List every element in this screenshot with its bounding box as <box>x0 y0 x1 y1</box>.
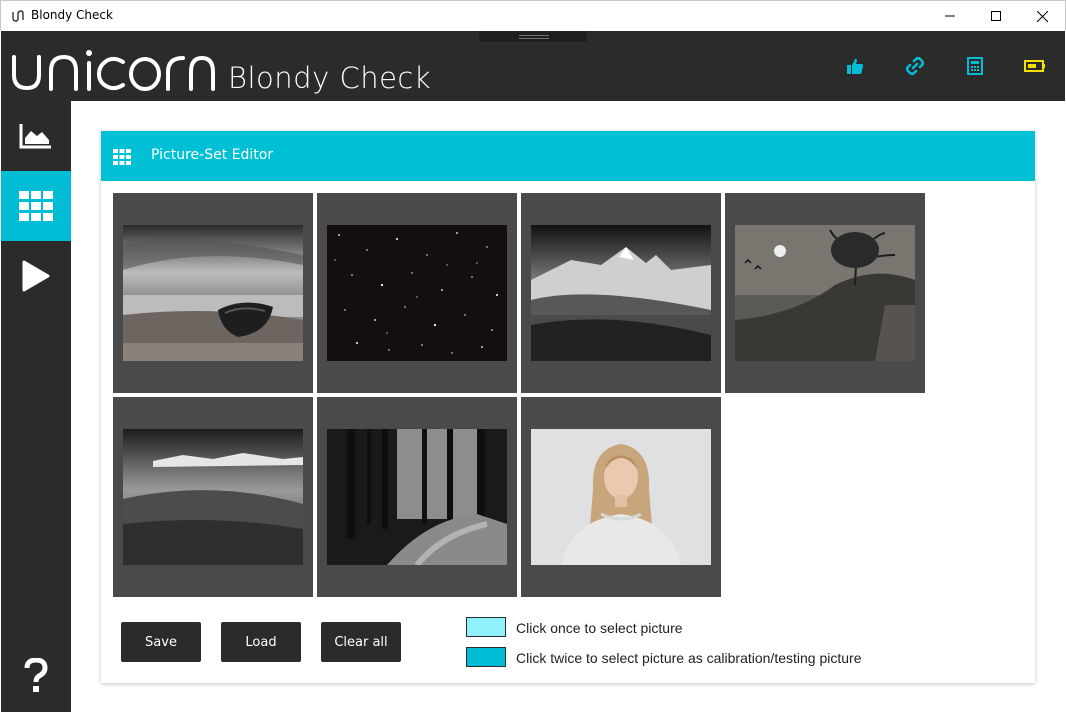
grid-icon <box>19 191 53 221</box>
calculator-icon <box>967 57 983 75</box>
sidebar-item-help[interactable] <box>1 641 71 711</box>
unicorn-logo <box>12 50 215 91</box>
picture-starry-sky <box>327 225 507 361</box>
window-title-bar: Blondy Check <box>0 0 1066 31</box>
help-icon <box>24 658 48 692</box>
maximize-button[interactable] <box>973 1 1019 31</box>
close-window-button[interactable] <box>1019 1 1065 31</box>
link-button[interactable] <box>902 55 928 77</box>
window-title: Blondy Check <box>31 8 113 22</box>
drag-handle-line <box>519 38 549 39</box>
minimize-icon <box>945 15 955 17</box>
drag-handle[interactable] <box>479 31 587 42</box>
battery-icon <box>1024 60 1045 72</box>
load-button[interactable]: Load <box>221 622 301 662</box>
sidebar <box>1 101 71 712</box>
picture-tile[interactable] <box>113 397 313 597</box>
calculator-button[interactable] <box>962 55 988 77</box>
legend-swatch-calibration <box>466 647 506 667</box>
close-icon <box>1036 10 1048 22</box>
picture-tile[interactable] <box>317 397 517 597</box>
sidebar-item-picture-set-editor[interactable] <box>1 171 71 241</box>
thumbs-up-button[interactable] <box>842 55 868 77</box>
sidebar-item-play[interactable] <box>1 241 71 311</box>
picture-boat-beach <box>123 225 303 361</box>
picture-blonde-woman-portrait <box>531 429 711 565</box>
main-content: Picture-Set Editor Save Load Clear all C… <box>71 101 1065 712</box>
card-header: Picture-Set Editor <box>101 131 1035 181</box>
picture-hillside-tree <box>735 225 915 361</box>
thumbs-up-icon <box>847 58 864 74</box>
picture-forest-path <box>327 429 507 565</box>
minimize-button[interactable] <box>927 1 973 31</box>
card-title: Picture-Set Editor <box>151 147 274 163</box>
link-icon <box>905 56 925 76</box>
legend-swatch-select <box>466 617 506 637</box>
grid-icon <box>113 149 131 165</box>
picture-misty-meadow <box>123 429 303 565</box>
picture-tile[interactable] <box>725 193 925 393</box>
picture-mountain-peaks <box>531 225 711 361</box>
play-icon <box>22 260 50 292</box>
app-header: Blondy Check <box>1 31 1065 101</box>
picture-tile[interactable] <box>521 193 721 393</box>
save-button[interactable]: Save <box>121 622 201 662</box>
area-chart-icon <box>19 124 51 149</box>
legend-text-select: Click once to select picture <box>516 620 683 636</box>
battery-button[interactable] <box>1022 55 1048 77</box>
app-name: Blondy Check <box>228 61 432 95</box>
picture-tile[interactable] <box>521 397 721 597</box>
legend-text-calibration: Click twice to select picture as calibra… <box>516 650 862 666</box>
picture-tile[interactable] <box>317 193 517 393</box>
app-icon <box>12 10 24 22</box>
sidebar-item-chart[interactable] <box>1 101 71 171</box>
picture-set-editor-card: Picture-Set Editor Save Load Clear all C… <box>101 131 1035 683</box>
maximize-icon <box>991 11 1001 21</box>
clear-all-button[interactable]: Clear all <box>321 622 401 662</box>
drag-handle-line <box>519 35 549 36</box>
picture-tile[interactable] <box>113 193 313 393</box>
